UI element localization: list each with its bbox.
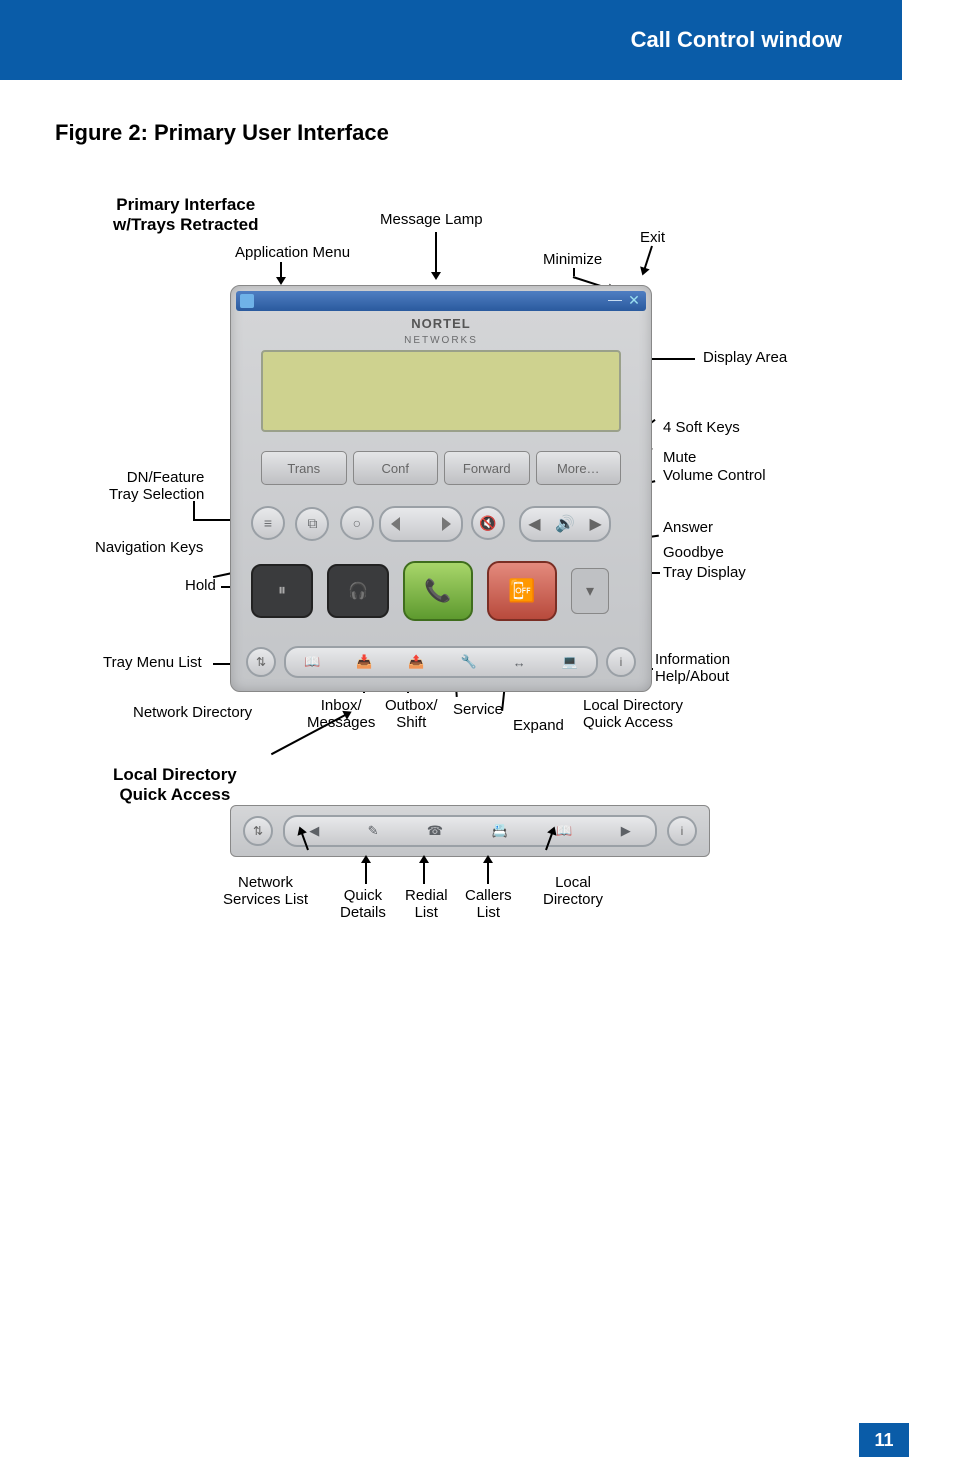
arrow-message-lamp xyxy=(435,232,437,277)
arrow-redial xyxy=(423,858,425,884)
label-info-help: Information Help/About xyxy=(655,652,730,685)
copy-icon[interactable]: ⧉ xyxy=(295,507,329,541)
line-dn-v xyxy=(193,501,195,519)
tray-strip: 📖 📥 📤 🔧 ↔ 💻 xyxy=(284,646,598,678)
minimize-button[interactable]: — xyxy=(608,294,622,308)
brand-line1: NORTEL xyxy=(411,316,470,331)
mute-icon[interactable]: 🔇 xyxy=(471,506,505,540)
ldqa-subtitle: Local Directory Quick Access xyxy=(113,765,237,805)
inbox-icon[interactable]: 📥 xyxy=(356,654,372,670)
callers-list-icon[interactable]: 📇 xyxy=(492,823,508,839)
label-service: Service xyxy=(453,702,503,719)
label-net-services: Network Services List xyxy=(223,875,308,908)
softkey-trans[interactable]: Trans xyxy=(261,451,347,485)
redial-list-icon[interactable]: ☎ xyxy=(427,823,443,839)
ldqa-subtitle-1: Local Directory xyxy=(113,765,237,785)
primary-subtitle-1: Primary Interface xyxy=(113,195,259,215)
label-goodbye: Goodbye xyxy=(663,545,724,562)
label-message-lamp: Message Lamp xyxy=(380,212,483,229)
brand-text: NORTEL NETWORKS xyxy=(231,316,651,346)
page-header: Call Control window xyxy=(212,0,902,80)
call-row: ⏸ 🎧 📞 📴 ▾ xyxy=(251,561,631,621)
primary-subtitle-2: w/Trays Retracted xyxy=(113,215,259,235)
answer-button[interactable]: 📞 xyxy=(403,561,473,621)
label-local-dir2: Local Directory xyxy=(543,875,603,908)
label-callers: Callers List xyxy=(465,888,512,921)
info-button[interactable]: i xyxy=(606,647,636,677)
label-outbox: Outbox/ Shift xyxy=(385,698,438,731)
display-area xyxy=(261,350,621,432)
soft-keys-row: Trans Conf Forward More… xyxy=(261,451,621,485)
volume-control[interactable]: ◀🔊▶ xyxy=(519,506,611,542)
goodbye-button[interactable]: 📴 xyxy=(487,561,557,621)
ldqa-info-button[interactable]: i xyxy=(667,816,697,846)
ldqa-subtitle-2: Quick Access xyxy=(113,785,237,805)
figure-diagram: Primary Interface w/Trays Retracted Mess… xyxy=(55,170,895,970)
titlebar: — ✕ xyxy=(236,291,646,311)
label-nav-keys: Navigation Keys xyxy=(95,540,203,557)
softkey-conf[interactable]: Conf xyxy=(353,451,439,485)
record-icon[interactable]: ○ xyxy=(340,506,374,540)
arrow-quick-det xyxy=(365,858,367,884)
arrow-exit xyxy=(642,246,653,273)
outbox-icon[interactable]: 📤 xyxy=(408,654,424,670)
network-directory-icon[interactable]: 📖 xyxy=(304,654,320,670)
header-title: Call Control window xyxy=(631,27,842,53)
label-volume: Volume Control xyxy=(663,468,766,485)
toolbar-row: ≡ ⧉ ○ 🔇 ◀🔊▶ xyxy=(251,506,631,542)
arrow-callers xyxy=(487,858,489,884)
label-net-dir: Network Directory xyxy=(133,705,252,722)
ldqa-right-arrow-icon[interactable]: ▶ xyxy=(621,823,631,839)
figure-caption: Figure 2: Primary User Interface xyxy=(55,120,389,146)
label-local-dir: Local Directory Quick Access xyxy=(583,698,683,731)
label-inbox: Inbox/ Messages xyxy=(307,698,375,731)
label-four-soft: 4 Soft Keys xyxy=(663,420,740,437)
label-quick-details: Quick Details xyxy=(340,888,386,921)
ldqa-left-arrow-icon[interactable]: ◀ xyxy=(309,823,319,839)
label-mute: Mute xyxy=(663,450,696,467)
line-minimize xyxy=(573,268,575,276)
hold-button[interactable]: ⏸ xyxy=(251,564,313,618)
headset-button[interactable]: 🎧 xyxy=(327,564,389,618)
label-display-area: Display Area xyxy=(703,350,787,367)
app-menu-icon[interactable] xyxy=(240,294,254,308)
phone-window: — ✕ NORTEL NETWORKS Trans Conf Forward M… xyxy=(230,285,652,692)
tray-row: ⇅ 📖 📥 📤 🔧 ↔ 💻 i xyxy=(246,645,636,679)
brand-line2: NETWORKS xyxy=(404,335,478,346)
softkey-more[interactable]: More… xyxy=(536,451,622,485)
label-minimize: Minimize xyxy=(543,252,602,269)
expand-icon[interactable]: ↔ xyxy=(513,655,526,670)
local-directory-icon[interactable]: 💻 xyxy=(562,654,578,670)
sidebar-stripe xyxy=(0,0,212,80)
label-exit: Exit xyxy=(640,230,665,247)
label-answer: Answer xyxy=(663,520,713,537)
arrow-app-menu xyxy=(280,262,282,282)
navigation-keys[interactable] xyxy=(379,506,463,542)
ldqa-tray-menu-button[interactable]: ⇅ xyxy=(243,816,273,846)
label-tray-menu: Tray Menu List xyxy=(103,655,202,672)
ldqa-tray-strip: ◀ ✎ ☎ 📇 📖 ▶ xyxy=(283,815,657,847)
exit-button[interactable]: ✕ xyxy=(627,294,641,308)
page-number: 11 xyxy=(859,1423,909,1457)
tray-display-button[interactable]: ▾ xyxy=(571,568,609,614)
dn-list-icon[interactable]: ≡ xyxy=(251,506,285,540)
primary-subtitle: Primary Interface w/Trays Retracted xyxy=(113,195,259,235)
label-dn-feature: DN/Feature Tray Selection xyxy=(109,470,204,503)
service-icon[interactable]: 🔧 xyxy=(461,654,477,670)
label-redial: Redial List xyxy=(405,888,448,921)
label-app-menu: Application Menu xyxy=(235,245,350,262)
label-hold: Hold xyxy=(185,578,216,595)
label-expand: Expand xyxy=(513,718,564,735)
softkey-forward[interactable]: Forward xyxy=(444,451,530,485)
label-tray-display: Tray Display xyxy=(663,565,746,582)
tray-menu-button[interactable]: ⇅ xyxy=(246,647,276,677)
quick-details-icon[interactable]: ✎ xyxy=(368,823,379,839)
